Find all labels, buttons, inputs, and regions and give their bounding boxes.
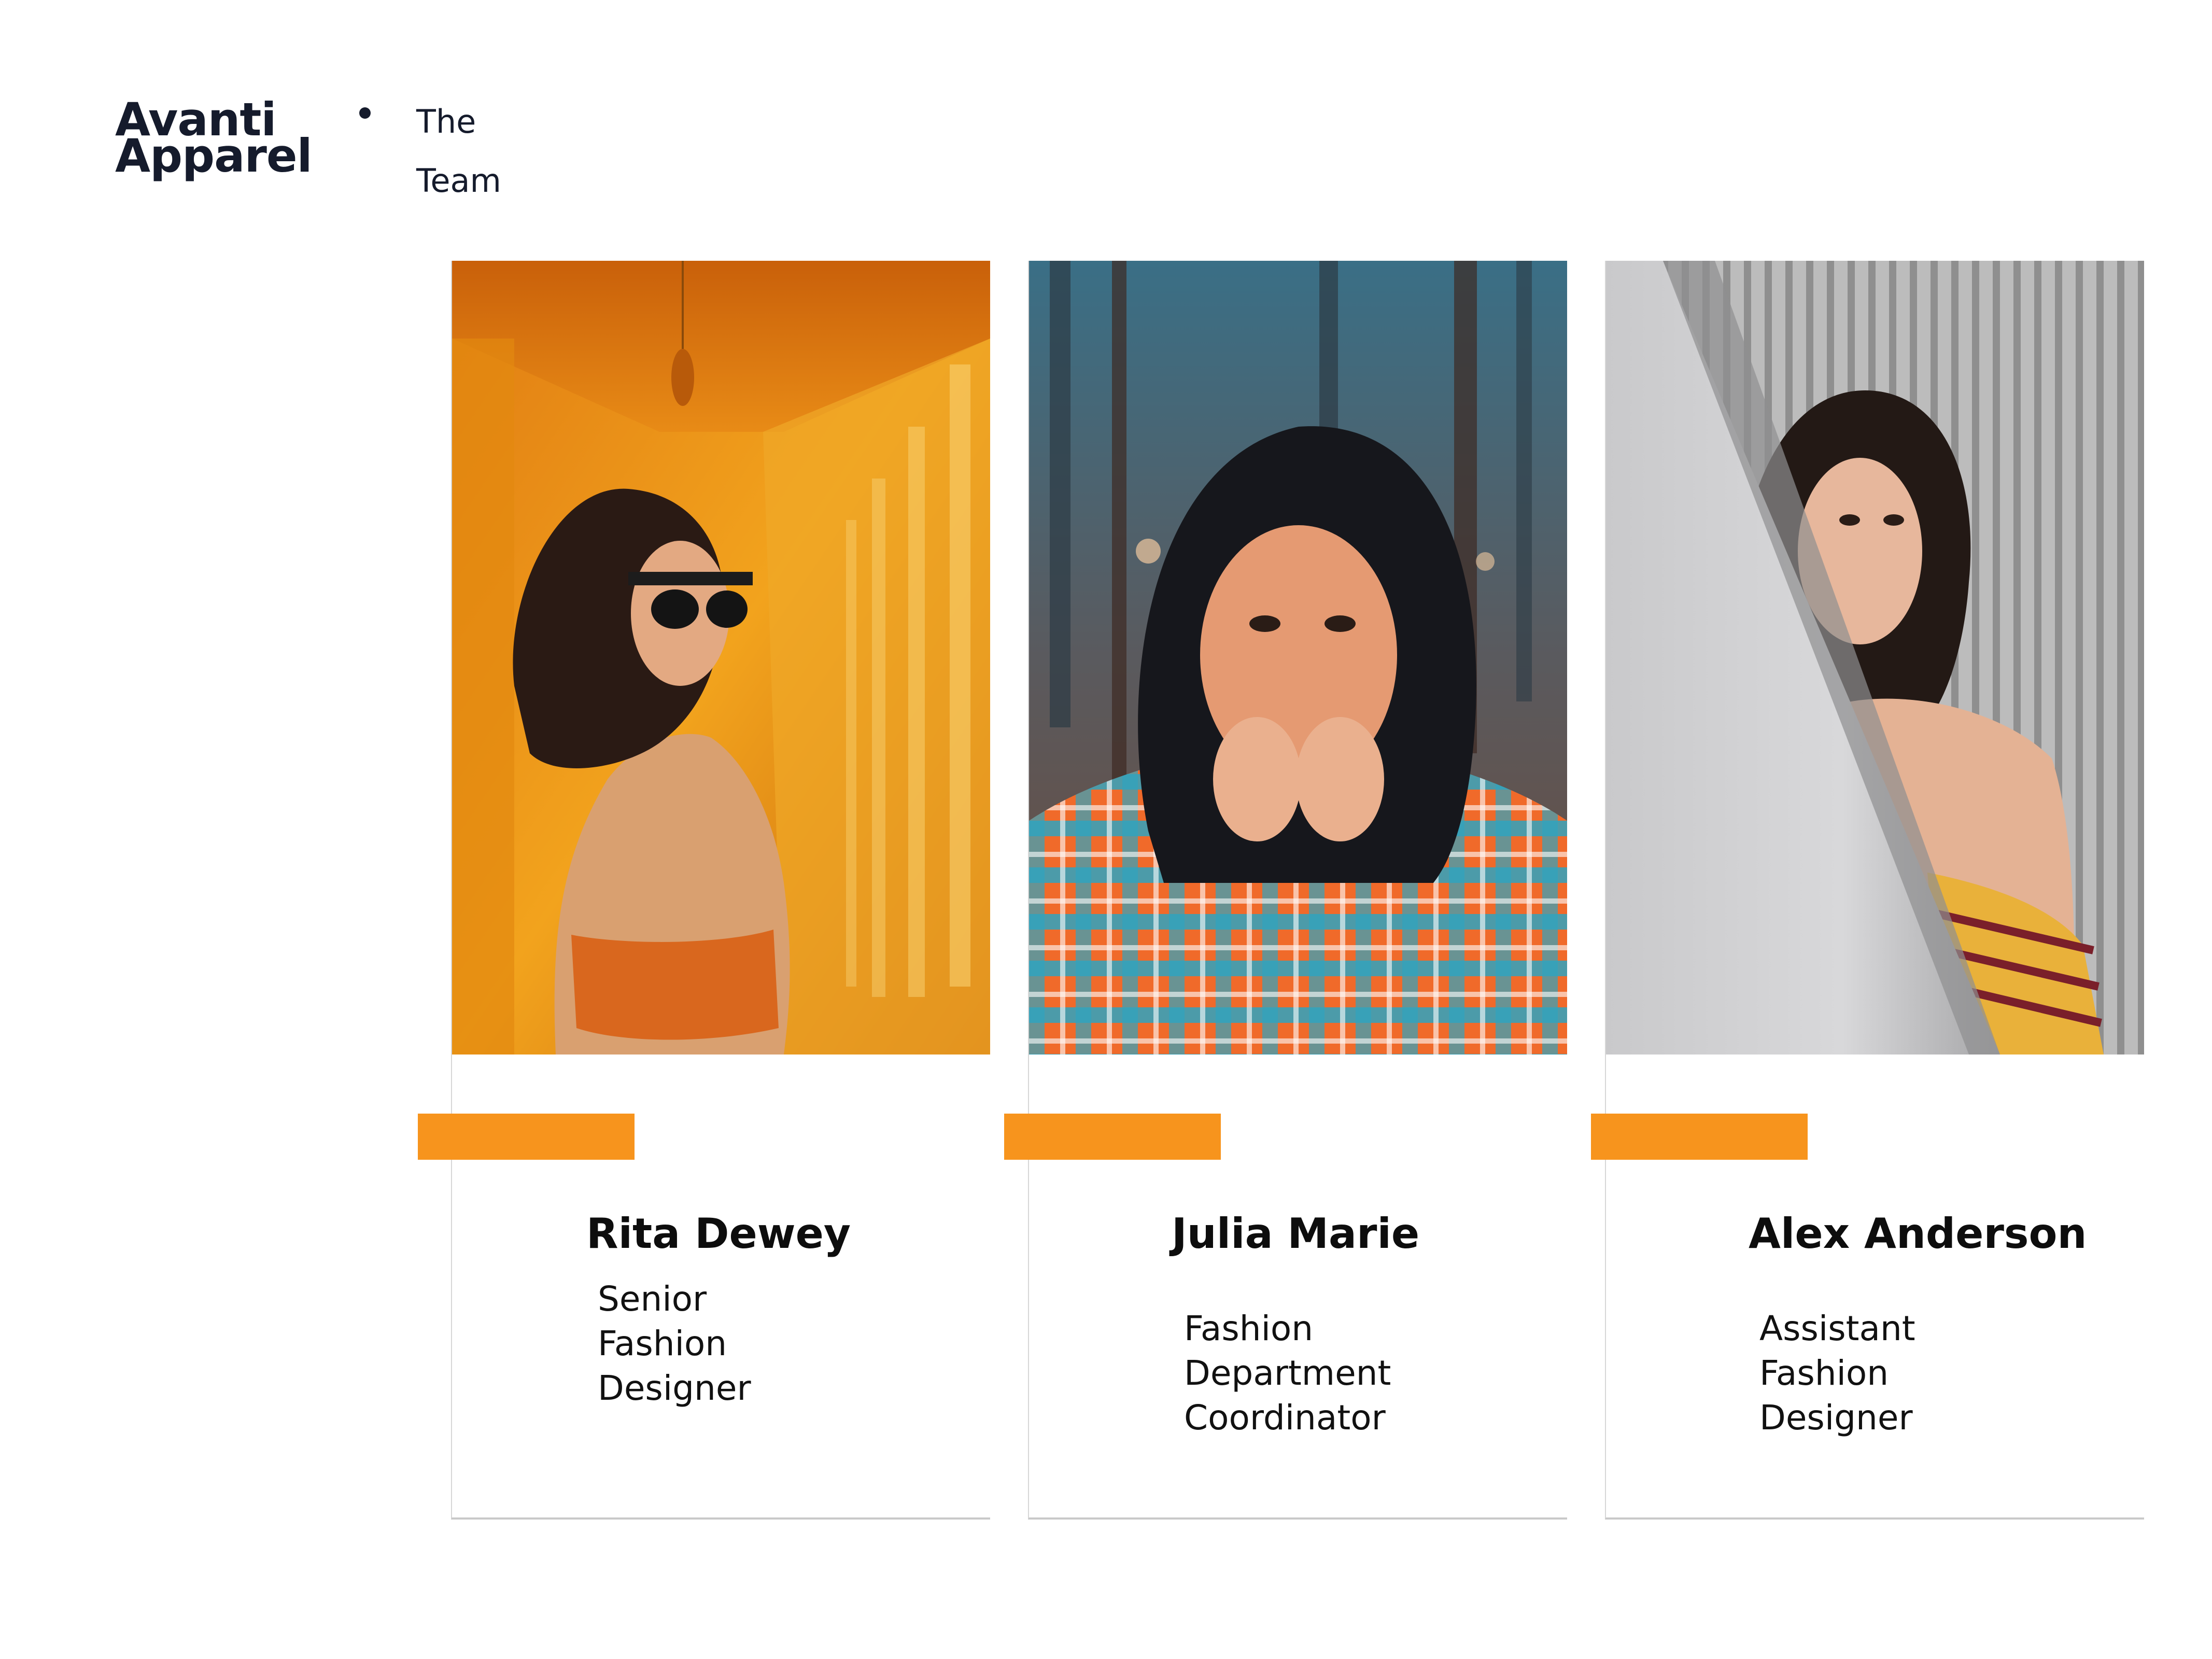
brand-logo: Avanti Apparel bbox=[115, 97, 313, 182]
woman-in-plaid-shirt-photo bbox=[1029, 261, 1567, 1055]
member-role-line: Fashion bbox=[598, 1324, 727, 1363]
accent-bar bbox=[1004, 1114, 1221, 1160]
member-role-line: Assistant bbox=[1759, 1309, 1915, 1348]
member-role: Fashion Department Coordinator bbox=[1184, 1306, 1391, 1440]
woman-behind-grey-panel-photo bbox=[1606, 261, 2144, 1055]
section-title-line-2: Team bbox=[416, 162, 501, 200]
member-role-line: Designer bbox=[1759, 1398, 1913, 1438]
section-title-line-1: The bbox=[416, 103, 476, 140]
member-role-line: Department bbox=[1184, 1353, 1391, 1393]
member-role-line: Coordinator bbox=[1184, 1398, 1386, 1438]
woman-in-orange-hallway-photo bbox=[452, 261, 990, 1055]
member-name: Alex Anderson bbox=[1749, 1210, 2087, 1258]
member-name: Rita Dewey bbox=[586, 1210, 851, 1258]
brand-line-2: Apparel bbox=[115, 129, 313, 182]
member-name: Julia Marie bbox=[1172, 1210, 1420, 1258]
member-role-line: Designer bbox=[598, 1368, 751, 1408]
member-role-line: Fashion bbox=[1184, 1309, 1314, 1348]
member-role: Assistant Fashion Designer bbox=[1759, 1306, 1915, 1440]
member-role-line: Fashion bbox=[1759, 1353, 1889, 1393]
bullet-icon bbox=[359, 107, 371, 119]
accent-bar bbox=[418, 1114, 635, 1160]
member-role: Senior Fashion Designer bbox=[598, 1277, 751, 1411]
member-role-line: Senior bbox=[598, 1279, 707, 1319]
accent-bar bbox=[1591, 1114, 1808, 1160]
section-title: The Team bbox=[416, 92, 501, 210]
